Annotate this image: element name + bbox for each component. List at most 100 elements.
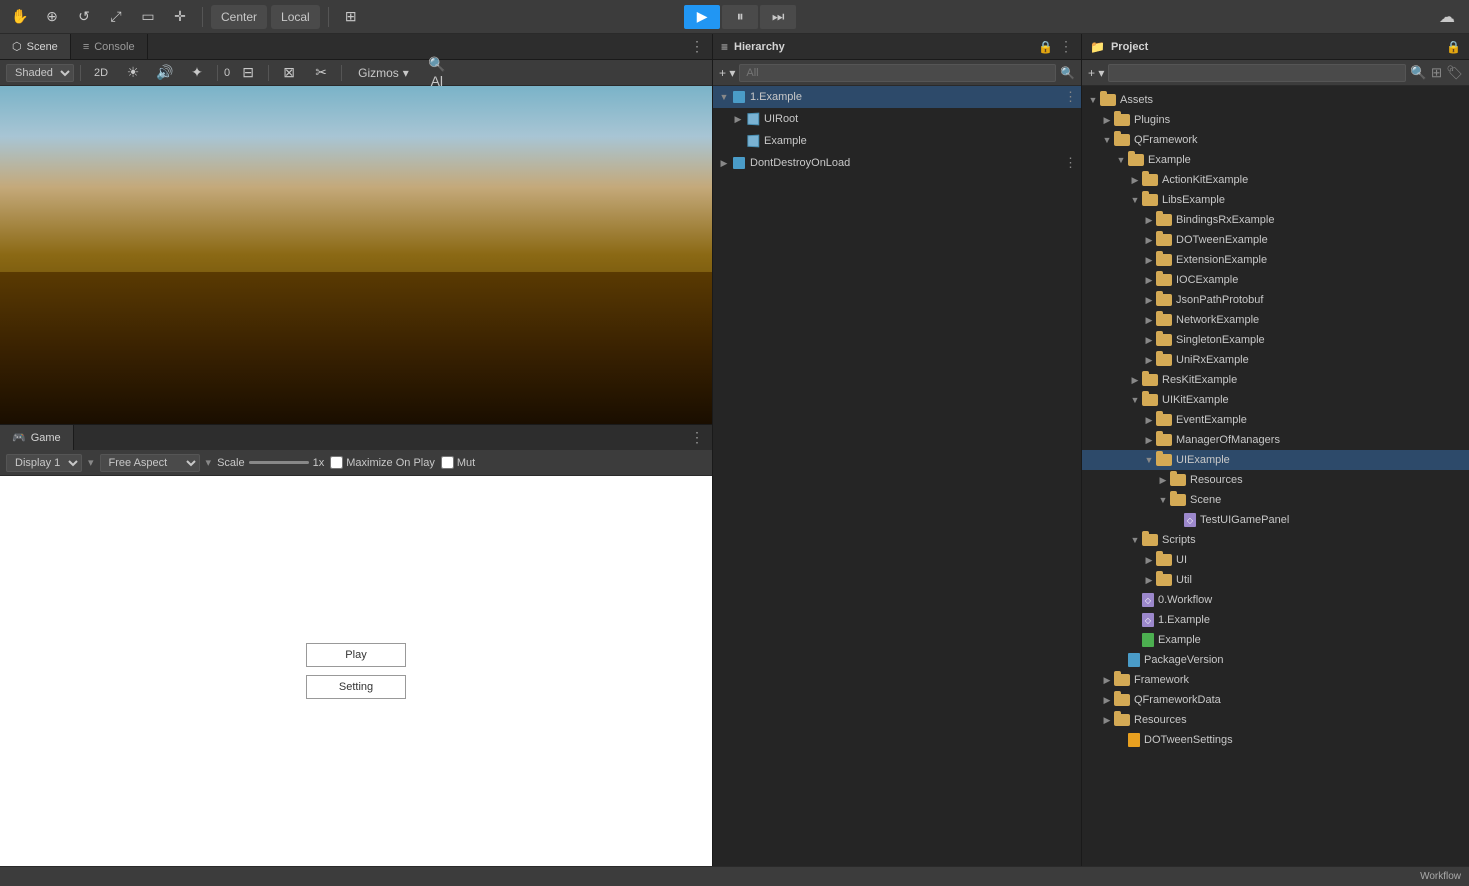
project-item-extension[interactable]: ▶ ExtensionExample [1082, 250, 1469, 270]
step-button[interactable]: ⏭ [760, 5, 796, 29]
project-item-unirx[interactable]: ▶ UniRxExample [1082, 350, 1469, 370]
play-button[interactable]: ▶ [684, 5, 720, 29]
arrow-singleton: ▶ [1142, 333, 1156, 347]
project-item-ui-folder[interactable]: ▶ UI [1082, 550, 1469, 570]
pivot-mode-button[interactable]: Center [211, 5, 267, 29]
folder-icon-uiexample [1156, 454, 1172, 466]
project-item-uiexample[interactable]: ▼ UIExample [1082, 450, 1469, 470]
project-label-button[interactable]: 🏷 [1446, 65, 1463, 81]
project-item-actionkit[interactable]: ▶ ActionKitExample [1082, 170, 1469, 190]
project-item-assets[interactable]: ▼ Assets [1082, 90, 1469, 110]
project-item-plugins[interactable]: ▶ Plugins [1082, 110, 1469, 130]
project-search-button[interactable]: 🔍 [1410, 65, 1427, 81]
project-item-managerofmanagers[interactable]: ▶ ManagerOfManagers [1082, 430, 1469, 450]
lighting-button[interactable]: ☀ [119, 61, 147, 85]
tree-item-example-scene[interactable]: ▼ 1.Example ⋮ [713, 86, 1081, 108]
project-item-util-folder[interactable]: ▶ Util [1082, 570, 1469, 590]
maximize-on-play-checkbox[interactable] [330, 456, 343, 469]
project-item-libsexample[interactable]: ▼ LibsExample [1082, 190, 1469, 210]
grid-tool-button[interactable]: ⊞ [337, 5, 365, 29]
project-item-example-file[interactable]: ◇ 1.Example [1082, 610, 1469, 630]
project-item-network[interactable]: ▶ NetworkExample [1082, 310, 1469, 330]
project-item-uikitexample[interactable]: ▼ UIKitExample [1082, 390, 1469, 410]
display-dropdown[interactable]: Display 1 [6, 454, 82, 472]
hierarchy-search-icon[interactable]: 🔍 [1060, 66, 1075, 80]
play-game-button[interactable]: Play [306, 643, 406, 667]
hierarchy-panel: ≡ Hierarchy 🔒 ⋮ + ▾ 🔍 ▼ 1.Example ⋮ ▶ [712, 34, 1082, 866]
project-item-example-folder[interactable]: ▼ Example [1082, 150, 1469, 170]
project-item-eventexample[interactable]: ▶ EventExample [1082, 410, 1469, 430]
project-filter-button[interactable]: ⊞ [1431, 65, 1442, 81]
label-qframework: QFramework [1134, 134, 1198, 146]
project-item-resources-root[interactable]: ▶ Resources [1082, 710, 1469, 730]
project-item-packageversion[interactable]: PackageVersion [1082, 650, 1469, 670]
project-search-input[interactable] [1108, 64, 1406, 82]
transform-mode-button[interactable]: Local [271, 5, 320, 29]
left-panel: ⬡ Scene ≡ Console ⋮ Shaded 2D ☀ 🔊 ✦ 0 ⊟ … [0, 34, 712, 866]
project-title: Project [1111, 41, 1148, 53]
tools-button[interactable]: ✂ [307, 61, 335, 85]
aspect-dropdown[interactable]: Free Aspect [100, 454, 200, 472]
audio-button[interactable]: 🔊 [151, 61, 179, 85]
tree-item-dontdestroy[interactable]: ▶ DontDestroyOnLoad ⋮ [713, 152, 1081, 174]
project-item-testuigamepanel[interactable]: ◇ TestUIGamePanel [1082, 510, 1469, 530]
hand-tool-button[interactable]: ✋ [6, 5, 34, 29]
tree-item-example-go[interactable]: Example [713, 130, 1081, 152]
project-item-singleton[interactable]: ▶ SingletonExample [1082, 330, 1469, 350]
dontdestroy-menu[interactable]: ⋮ [1064, 155, 1077, 171]
2d-toggle[interactable]: 2D [87, 61, 115, 85]
folder-icon-framework [1114, 674, 1130, 686]
folder-icon-scripts [1142, 534, 1158, 546]
folder-icon-scene [1170, 494, 1186, 506]
rect-tool-button[interactable]: ▭ [134, 5, 162, 29]
project-item-reskit[interactable]: ▶ ResKitExample [1082, 370, 1469, 390]
scale-tool-button[interactable]: ⤢ [102, 5, 130, 29]
project-item-dotweensettings[interactable]: DOTweenSettings [1082, 730, 1469, 750]
tab-scene[interactable]: ⬡ Scene [0, 34, 71, 59]
effects-button[interactable]: ✦ [183, 61, 211, 85]
project-item-scene[interactable]: ▼ Scene [1082, 490, 1469, 510]
project-item-workflow[interactable]: ◇ 0.Workflow [1082, 590, 1469, 610]
project-item-ioc[interactable]: ▶ IOCExample [1082, 270, 1469, 290]
gizmos-button[interactable]: Gizmos ▾ [348, 61, 419, 85]
scene-icon-dontdestroy [731, 155, 747, 171]
pause-button[interactable]: ⏸ [722, 5, 758, 29]
project-item-dotween[interactable]: ▶ DOTweenExample [1082, 230, 1469, 250]
project-item-bindingsrx[interactable]: ▶ BindingsRxExample [1082, 210, 1469, 230]
transform-tool-button[interactable]: ✛ [166, 5, 194, 29]
project-add-button[interactable]: + ▾ [1088, 66, 1104, 80]
project-item-example-script[interactable]: Example [1082, 630, 1469, 650]
tab-console[interactable]: ≡ Console [71, 34, 148, 59]
hierarchy-menu[interactable]: ⋮ [1059, 38, 1073, 55]
shading-mode-dropdown[interactable]: Shaded [6, 64, 74, 82]
search-scene-button[interactable]: 🔍 Al [423, 61, 451, 85]
project-item-framework[interactable]: ▶ Framework [1082, 670, 1469, 690]
project-item-jsonpath[interactable]: ▶ JsonPathProtobuf [1082, 290, 1469, 310]
move-tool-button[interactable]: ⊕ [38, 5, 66, 29]
arrow-workflow [1128, 593, 1142, 607]
example-scene-menu[interactable]: ⋮ [1064, 89, 1077, 105]
maximize-on-play-label[interactable]: Maximize On Play [330, 456, 435, 469]
hierarchy-add-button[interactable]: + ▾ [719, 66, 735, 80]
cloud-button[interactable]: ☁ [1431, 3, 1463, 31]
project-item-qframework[interactable]: ▼ QFramework [1082, 130, 1469, 150]
scene-icon-example [731, 89, 747, 105]
project-item-qframeworkdata[interactable]: ▶ QFrameworkData [1082, 690, 1469, 710]
setting-game-button[interactable]: Setting [306, 675, 406, 699]
scene-tab-menu[interactable]: ⋮ [682, 34, 712, 59]
mute-checkbox[interactable] [441, 456, 454, 469]
arrow-assets: ▼ [1086, 93, 1100, 107]
folder-icon-managerofmanagers [1156, 434, 1172, 446]
camera-button[interactable]: ⊠ [275, 61, 303, 85]
mute-label[interactable]: Mut [441, 456, 475, 469]
scene-sep-1 [80, 65, 81, 81]
layers-button[interactable]: ⊟ [234, 61, 262, 85]
game-tab-menu[interactable]: ⋮ [682, 425, 712, 450]
project-item-resources[interactable]: ▶ Resources [1082, 470, 1469, 490]
hierarchy-search-input[interactable] [739, 64, 1056, 82]
tab-game[interactable]: 🎮 Game [0, 425, 74, 450]
scale-slider[interactable] [249, 461, 309, 464]
rotate-tool-button[interactable]: ↺ [70, 5, 98, 29]
project-item-scripts[interactable]: ▼ Scripts [1082, 530, 1469, 550]
tree-item-uiroot[interactable]: ▶ UIRoot [713, 108, 1081, 130]
